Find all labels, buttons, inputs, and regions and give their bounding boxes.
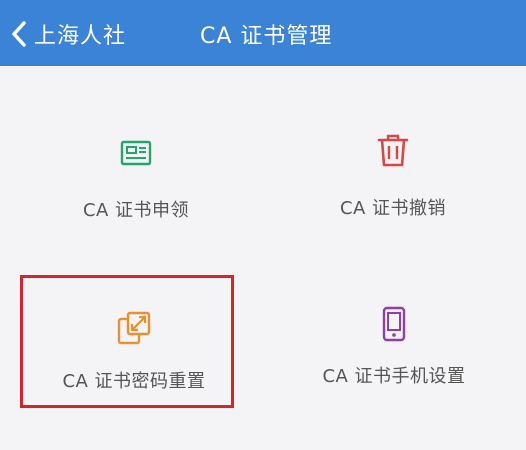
password-reset-icon [117,311,151,345]
tile-label: CA 证书密码重置 [62,371,206,392]
chevron-left-icon [12,21,26,47]
ca-phone-setting-tile[interactable]: CA 证书手机设置 [304,306,484,388]
id-card-icon [120,140,152,166]
tile-label: CA 证书撤销 [339,198,447,219]
nav-header: 上海人社 CA 证书管理 [0,0,526,66]
trash-icon [377,134,409,167]
app-screen: 上海人社 CA 证书管理 CA 证书申领 CA 证书撤销 CA 证书密码重置 C… [0,0,526,450]
ca-password-reset-tile[interactable]: CA 证书密码重置 [44,310,224,393]
tile-label: CA 证书申领 [82,200,190,221]
page-title: CA 证书管理 [200,24,333,49]
back-label: 上海人社 [34,24,127,49]
ca-apply-tile[interactable]: CA 证书申领 [46,136,226,222]
back-button[interactable]: 上海人社 [8,12,126,56]
tile-label: CA 证书手机设置 [322,366,466,387]
ca-revoke-tile[interactable]: CA 证书撤销 [303,132,483,220]
mobile-phone-icon [382,306,406,342]
